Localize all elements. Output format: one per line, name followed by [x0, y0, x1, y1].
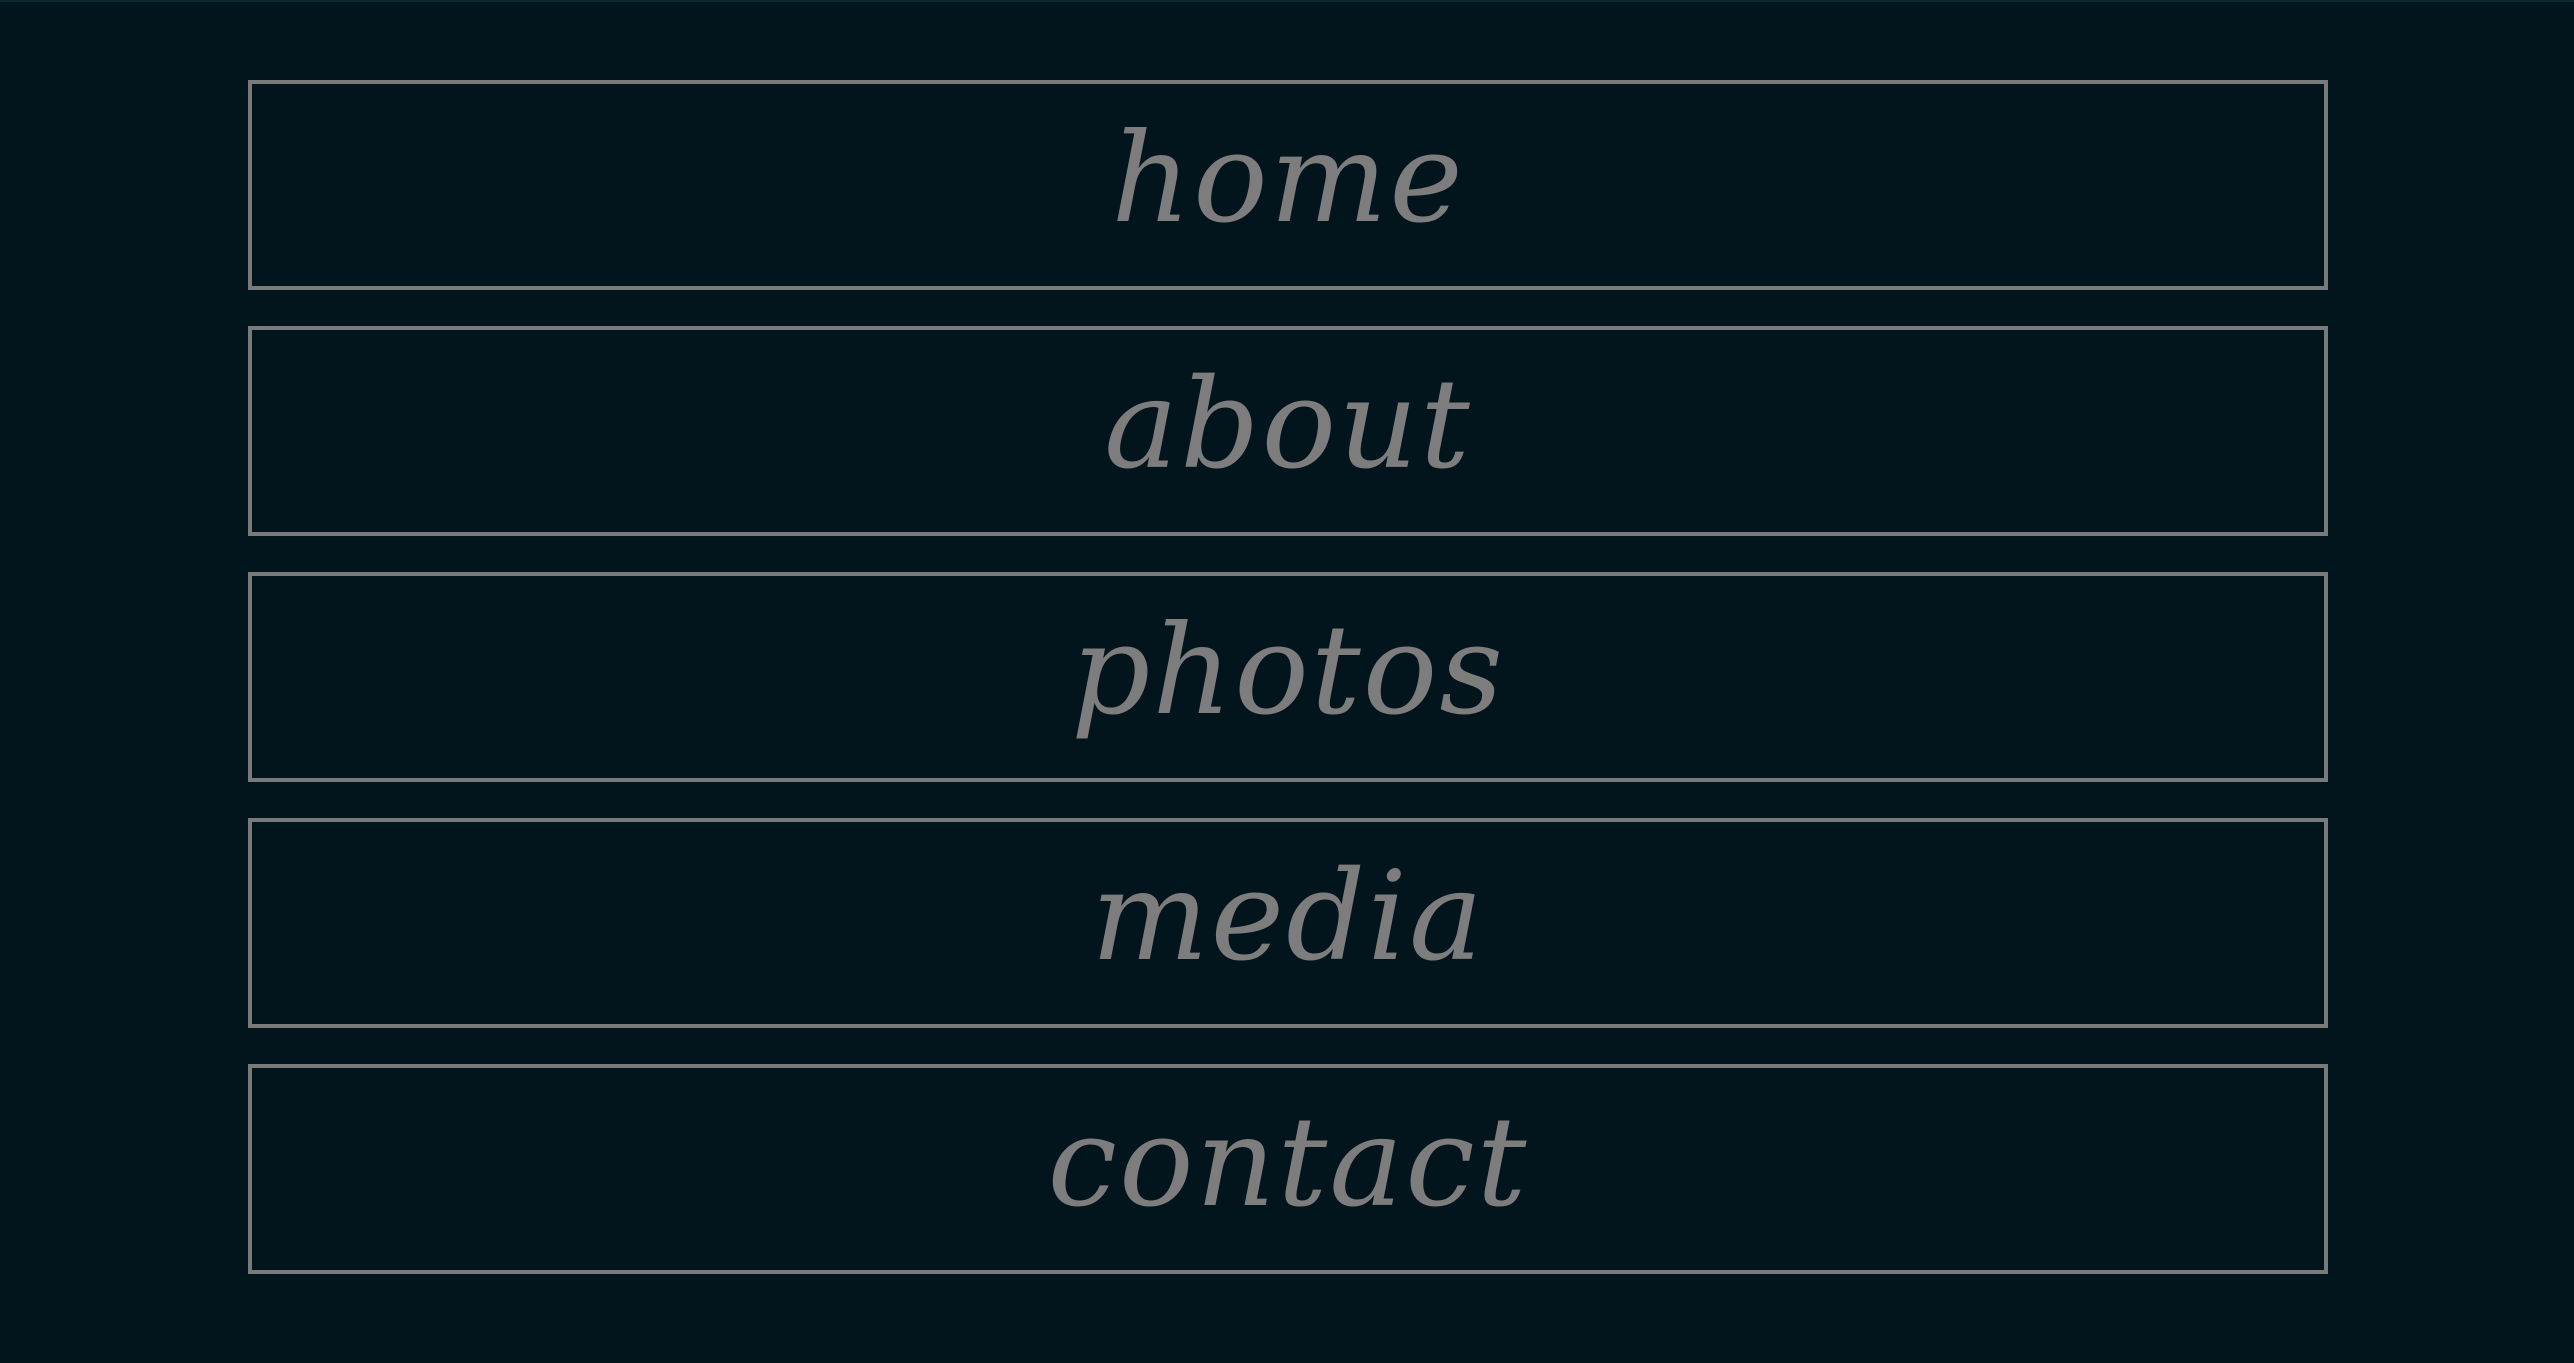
- nav-item-home[interactable]: home: [248, 80, 2328, 290]
- nav-item-label: home: [1111, 107, 1465, 251]
- nav-item-photos[interactable]: photos: [248, 572, 2328, 782]
- nav-item-label: contact: [1047, 1091, 1529, 1235]
- nav-item-about[interactable]: about: [248, 326, 2328, 536]
- nav-item-contact[interactable]: contact: [248, 1064, 2328, 1274]
- nav-item-label: about: [1104, 353, 1472, 497]
- nav-item-label: media: [1091, 845, 1485, 989]
- nav-item-label: photos: [1070, 599, 1505, 743]
- top-divider: [0, 0, 2574, 2]
- main-navigation: home about photos media contact: [248, 80, 2328, 1274]
- nav-item-media[interactable]: media: [248, 818, 2328, 1028]
